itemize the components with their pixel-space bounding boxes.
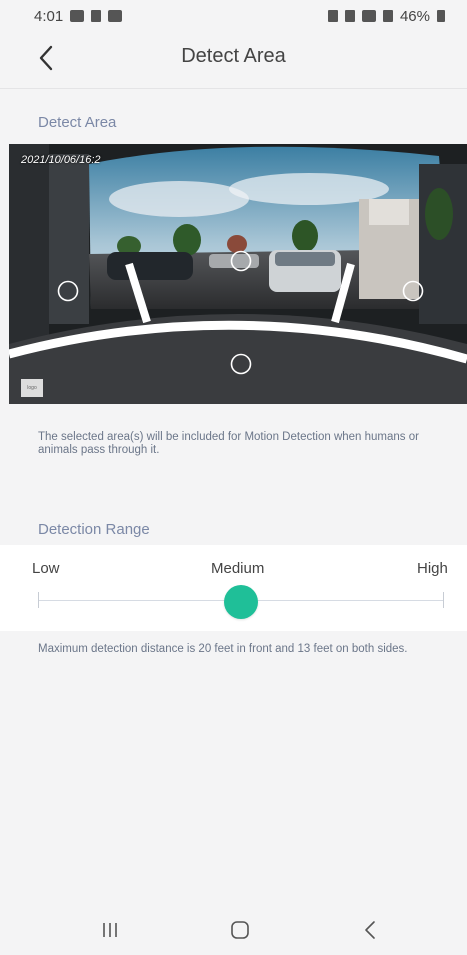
back-icon [365, 921, 375, 939]
camera-logo: logo [21, 379, 43, 397]
wifi-icon [361, 10, 376, 22]
camera-timestamp: 2021/10/06/16:2 [21, 154, 101, 166]
page-title: Detect Area [181, 45, 286, 67]
range-tick-high [443, 592, 444, 608]
detection-range-panel: Low Medium High [0, 545, 467, 631]
alarm-icon [344, 10, 355, 22]
detect-area-description: The selected area(s) will be included fo… [38, 431, 419, 456]
range-tick-low [38, 592, 39, 608]
mute-icon [327, 10, 338, 22]
status-bar: 4:01 46% [0, 0, 467, 32]
recents-icon [103, 923, 117, 937]
range-label-high: High [417, 560, 448, 577]
battery-percent: 46% [399, 7, 430, 25]
status-bar-right: 46% [327, 7, 445, 25]
signal-icon [382, 10, 393, 22]
system-nav-bar [0, 900, 467, 955]
camera-image [9, 144, 467, 404]
app-header: Detect Area [0, 32, 467, 84]
notification-icon [91, 10, 102, 22]
camera-preview[interactable]: 2021/10/06/16:2 logo [9, 144, 467, 404]
home-button[interactable] [220, 916, 260, 944]
status-time: 4:01 [34, 7, 64, 25]
detection-range-label: Detection Range [38, 521, 150, 538]
detection-range-note: Maximum detection distance is 20 feet in… [38, 643, 408, 655]
system-back-button[interactable] [350, 916, 390, 944]
detect-area-label: Detect Area [38, 114, 117, 131]
status-bar-left: 4:01 [34, 7, 123, 25]
media-icon [108, 10, 123, 22]
battery-icon [437, 10, 445, 22]
home-icon [231, 921, 249, 939]
header-divider [0, 88, 467, 89]
recents-button[interactable] [90, 916, 130, 944]
range-label-medium: Medium [211, 560, 265, 577]
range-slider-thumb[interactable] [224, 585, 258, 619]
range-label-low: Low [32, 560, 60, 577]
gallery-icon [70, 10, 85, 22]
